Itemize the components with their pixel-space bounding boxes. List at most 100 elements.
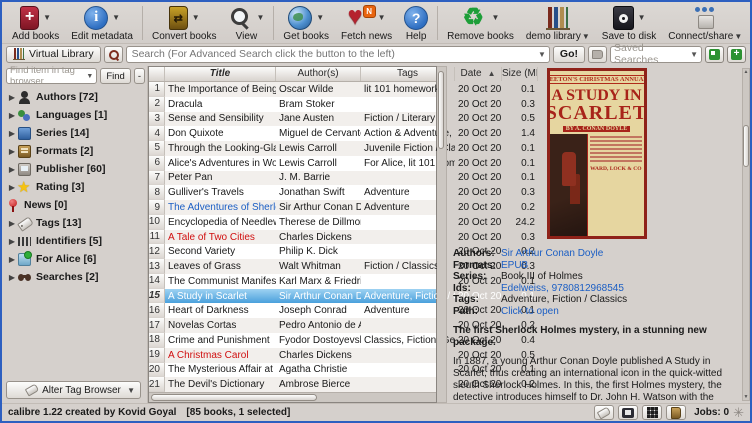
toolbar-button[interactable]: ▼ Preferences▼	[748, 3, 752, 43]
expander-icon[interactable]: ▶	[6, 147, 18, 156]
table-row[interactable]: 6 Alice's Adventures in Wonder... Lewis …	[149, 156, 436, 171]
metadata-value[interactable]: Click to open	[501, 306, 559, 318]
metadata-value[interactable]: Edelweiss, 9780812968545	[501, 283, 624, 295]
horizontal-scrollbar[interactable]	[149, 392, 436, 402]
chevron-down-icon[interactable]: ▼	[378, 13, 386, 22]
details-scrollbar[interactable]: ▲ ▼	[742, 68, 750, 401]
tag-browser-category[interactable]: ▶ Searches [2]	[6, 268, 145, 286]
table-row[interactable]: 4 Don Quixote Miguel de Cervantes Saa...…	[149, 126, 436, 141]
chevron-down-icon[interactable]: ▼	[192, 13, 200, 22]
tag-browser-category[interactable]: ▶ Rating [3]	[6, 178, 145, 196]
expander-icon[interactable]: ▶	[6, 273, 18, 282]
toolbar-button[interactable]: ▼ Fetch news▼	[335, 3, 398, 43]
tag-browser-find-input[interactable]: Find item in tag browser ▼	[6, 68, 97, 84]
toolbar-button[interactable]: ▼ Save to disk▼	[596, 3, 662, 43]
toggle-tag-browser-button[interactable]	[594, 405, 614, 420]
table-row[interactable]: 13 Leaves of Grass Walt Whitman Fiction …	[149, 259, 436, 274]
toggle-cover-grid-button[interactable]	[642, 405, 662, 420]
tag-browser-category[interactable]: ▶ Formats [2]	[6, 142, 145, 160]
jobs-spinner-icon[interactable]: ✳	[733, 405, 744, 421]
jobs-status[interactable]: Jobs: 0	[694, 407, 729, 418]
search-input[interactable]	[126, 46, 550, 63]
toggle-cover-browser-button[interactable]	[618, 405, 638, 420]
clear-search-button[interactable]	[588, 46, 607, 63]
tag-browser-category[interactable]: ▶ Languages [1]	[6, 106, 145, 124]
toggle-book-details-button[interactable]	[666, 405, 686, 420]
expander-icon[interactable]: ▶	[6, 255, 18, 264]
collapse-button[interactable]: -	[134, 68, 145, 84]
table-row[interactable]: 7 Peter Pan J. M. Barrie 20 Oct 2010 0.1	[149, 171, 436, 186]
expander-icon[interactable]: ▶	[6, 111, 18, 120]
vertical-scrollbar[interactable]	[437, 66, 447, 403]
chevron-down-icon[interactable]: ▼	[43, 13, 51, 22]
toolbar-button[interactable]: ▼ Get books▼	[277, 3, 335, 43]
chevron-down-icon[interactable]: ▼	[492, 13, 500, 22]
table-row[interactable]: 8 Gulliver's Travels Jonathan Swift Adve…	[149, 185, 436, 200]
scrollbar-thumb[interactable]	[151, 394, 317, 401]
saved-searches-dropdown[interactable]: Saved Searches ▼	[610, 46, 702, 63]
chevron-down-icon[interactable]: ▼	[538, 50, 546, 59]
tag-browser-category[interactable]: ▶ Tags [13]	[6, 214, 145, 232]
chevron-down-icon[interactable]: ▼	[316, 13, 324, 22]
table-row[interactable]: 17 Novelas Cortas Pedro Antonio de Alarc…	[149, 318, 436, 333]
chevron-down-icon[interactable]: ▼	[256, 13, 264, 22]
column-header-authors[interactable]: Author(s)	[276, 67, 361, 81]
table-row[interactable]: 9 The Adventures of Sherlock ... Sir Art…	[149, 200, 436, 215]
find-button[interactable]: Find	[100, 68, 130, 84]
toolbar-button[interactable]: ▼ demo library▼	[520, 3, 596, 43]
chevron-down-icon[interactable]: ▼	[638, 13, 646, 22]
tag-browser-category[interactable]: ▶ Identifiers [5]	[6, 232, 145, 250]
table-row[interactable]: 14 The Communist Manifesto Karl Marx & F…	[149, 274, 436, 289]
toolbar-button[interactable]: ▼ Connect/share▼	[662, 3, 748, 43]
advanced-search-button[interactable]	[104, 46, 123, 63]
toolbar-button[interactable]: ▼ Remove books▼	[441, 3, 520, 43]
go-button[interactable]: Go!	[553, 46, 585, 63]
book-cover[interactable]: BEETON'S CHRISTMAS ANNUAL A STUDY IN SCA…	[547, 68, 647, 239]
table-row[interactable]: 2 Dracula Bram Stoker 20 Oct 2010 0.3	[149, 97, 436, 112]
expander-icon[interactable]: ▶	[6, 129, 18, 138]
table-row[interactable]: 11 A Tale of Two Cities Charles Dickens …	[149, 230, 436, 245]
tag-browser-category[interactable]: ▶ Publisher [60]	[6, 160, 145, 178]
table-row[interactable]: 20 The Mysterious Affair at Styles Agath…	[149, 363, 436, 378]
table-row[interactable]: 15 A Study in Scarlet Sir Arthur Conan D…	[149, 289, 436, 304]
save-search-button[interactable]	[727, 46, 746, 63]
table-row[interactable]: 1 The Importance of Being Ear... Oscar W…	[149, 82, 436, 97]
table-row[interactable]: 19 A Christmas Carol Charles Dickens 20 …	[149, 348, 436, 363]
scrollbar-thumb[interactable]	[438, 71, 444, 149]
table-row[interactable]: 10 Encyclopedia of Needlework Therese de…	[149, 215, 436, 230]
tag-browser-category[interactable]: ▶ News [0]	[6, 196, 145, 214]
virtual-library-button[interactable]: Virtual Library	[6, 46, 101, 63]
chevron-down-icon[interactable]: ▼	[112, 13, 120, 22]
scroll-down-icon[interactable]: ▼	[743, 394, 749, 400]
table-row[interactable]: 18 Crime and Punishment Fyodor Dostoyevs…	[149, 333, 436, 348]
scrollbar-thumb[interactable]	[743, 125, 749, 167]
chevron-down-icon[interactable]: ▼	[582, 32, 590, 41]
scroll-up-icon[interactable]: ▲	[743, 69, 749, 75]
column-header-title[interactable]: Title	[165, 67, 276, 81]
table-row[interactable]: 12 Second Variety Philip K. Dick 20 Oct …	[149, 244, 436, 259]
expander-icon[interactable]: ▶	[6, 237, 18, 246]
metadata-value[interactable]: EPUB	[501, 260, 528, 272]
metadata-value[interactable]: Adventure, Fiction / Classics	[501, 294, 627, 306]
toolbar-button[interactable]: ▼ Add books▼	[6, 3, 65, 43]
table-row[interactable]: 16 Heart of Darkness Joseph Conrad Adven…	[149, 303, 436, 318]
table-row[interactable]: 3 Sense and Sensibility Jane Austen Fict…	[149, 112, 436, 127]
toolbar-button[interactable]: ▼ Edit metadata▼	[65, 3, 139, 43]
alter-tag-browser-button[interactable]: Alter Tag Browser ▼	[6, 381, 141, 399]
tag-browser-category[interactable]: ▶ For Alice [6]	[6, 250, 145, 268]
category-label: Formats [2]	[36, 145, 93, 157]
expander-icon[interactable]: ▶	[6, 93, 18, 102]
tag-browser-category[interactable]: ▶ Series [14]	[6, 124, 145, 142]
toolbar-button[interactable]: ▼ Help▼	[398, 3, 434, 43]
chevron-down-icon[interactable]: ▼	[734, 32, 742, 41]
toolbar-button[interactable]: ▼ Convert books▼	[146, 3, 222, 43]
table-row[interactable]: 21 The Devil's Dictionary Ambrose Bierce…	[149, 377, 436, 392]
expander-icon[interactable]: ▶	[6, 165, 18, 174]
cover-illustration	[550, 134, 588, 236]
metadata-value[interactable]: Sir Arthur Conan Doyle	[501, 248, 603, 260]
copy-search-to-virtual-library-button[interactable]	[705, 46, 724, 63]
metadata-value[interactable]: Book III of Holmes	[501, 271, 583, 283]
toolbar-button[interactable]: ▼ View▼	[222, 3, 270, 43]
table-row[interactable]: 5 Through the Looking-Glass Lewis Carrol…	[149, 141, 436, 156]
tag-browser-category[interactable]: ▶ Authors [72]	[6, 88, 145, 106]
